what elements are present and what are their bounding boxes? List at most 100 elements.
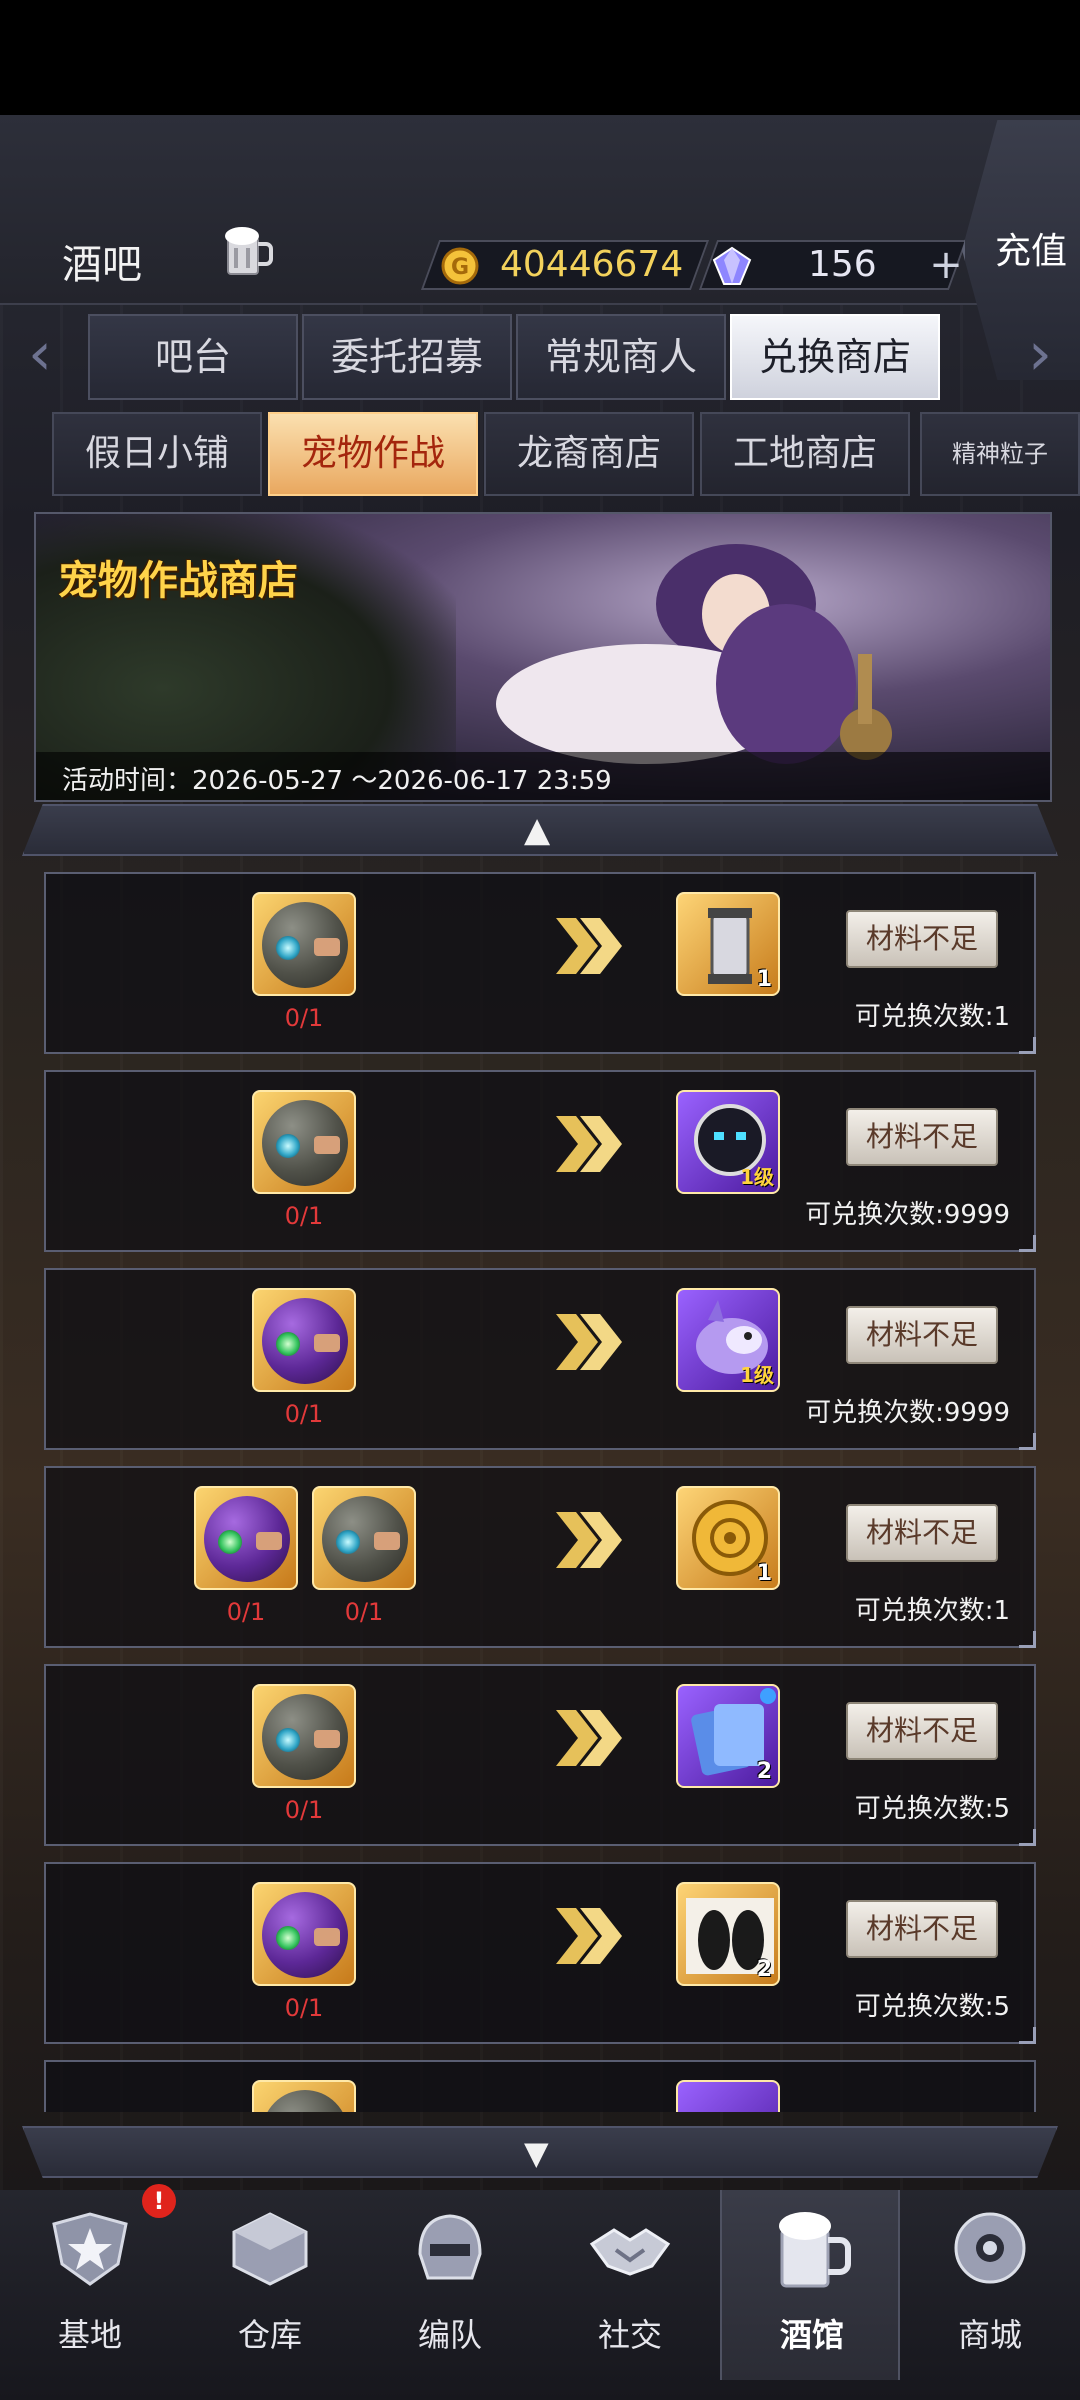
nav-squad[interactable]: 编队 — [360, 2190, 540, 2380]
exchange-button[interactable]: 材料不足 — [846, 1504, 998, 1562]
double-chevron-icon — [556, 1512, 622, 1568]
location-title: 酒吧 — [62, 242, 142, 288]
exchange-button[interactable]: 材料不足 — [846, 1306, 998, 1364]
nav-warehouse[interactable]: 仓库 — [180, 2190, 360, 2380]
reward-level: 1级 — [740, 1363, 774, 1387]
exchange-limit: 可兑换次数:1 — [854, 1002, 1010, 1032]
exchange-limit: 可兑换次数:9999 — [805, 1398, 1010, 1428]
subtab-pet-battle[interactable]: 宠物作战 — [268, 412, 478, 496]
reward-robot-pet[interactable]: 1级 — [676, 1090, 780, 1194]
reward-level: 1级 — [740, 1165, 774, 1189]
nav-shop[interactable]: 商城 — [900, 2190, 1080, 2380]
status-bar-area — [0, 0, 1080, 115]
recharge-label: 充值 — [995, 231, 1068, 272]
nav-label: 社交 — [597, 2316, 662, 2354]
subtab-spirit-particle[interactable]: 精神粒子 — [920, 412, 1080, 496]
material-gray-orb[interactable] — [252, 2080, 356, 2112]
nav-base[interactable]: 基地 — [0, 2190, 180, 2380]
material-purple-orb[interactable] — [252, 1882, 356, 1986]
reward-silhouette-card[interactable]: 2 — [676, 1882, 780, 1986]
shop-orb-icon — [954, 2212, 1026, 2284]
gray-orb-icon — [262, 1100, 348, 1186]
diamond-icon — [712, 246, 752, 285]
banner-title: 宠物作战商店 — [58, 557, 298, 604]
nav-label: 仓库 — [237, 2316, 302, 2354]
tabs-right-arrow-icon[interactable]: › — [1020, 324, 1060, 386]
nav-tavern[interactable]: 酒馆 — [720, 2190, 900, 2380]
exchange-row: 0/1 1级 材料不足 可兑换次数:9999 — [44, 1070, 1036, 1252]
exchange-row: 0/1 0/1 1 材料不足 可兑换次数:1 — [44, 1466, 1036, 1648]
gray-orb-icon — [262, 1694, 348, 1780]
svg-text:G: G — [451, 255, 469, 280]
reward-dragon-pet[interactable]: 1级 — [676, 1288, 780, 1392]
notification-badge: ! — [142, 2184, 176, 2218]
star-emblem-icon — [52, 2212, 128, 2286]
exchange-limit: 可兑换次数:5 — [854, 1794, 1010, 1824]
exchange-button[interactable]: 材料不足 — [846, 1108, 998, 1166]
material-gray-orb[interactable] — [252, 1090, 356, 1194]
double-chevron-icon — [556, 1116, 622, 1172]
material-gray-orb[interactable] — [252, 892, 356, 996]
event-time: 活动时间：2026-05-27 ～2026-06-17 23:59 — [62, 766, 612, 796]
double-chevron-icon — [556, 1710, 622, 1766]
exchange-list[interactable]: 0/1 1 材料不足 可兑换次数:1 0/1 1级 材料不足 可兑换次数:999… — [44, 872, 1036, 2112]
exchange-button[interactable]: 材料不足 — [846, 910, 998, 968]
nav-social[interactable]: 社交 — [540, 2190, 720, 2380]
tab-bar-counter[interactable]: 吧台 — [88, 314, 298, 400]
material-count: 0/1 — [284, 1400, 324, 1428]
exchange-limit: 可兑换次数:9999 — [805, 1200, 1010, 1230]
warehouse-icon — [232, 2212, 308, 2286]
tab-merchant[interactable]: 常规商人 — [516, 314, 726, 400]
subtab-dragon-shop[interactable]: 龙裔商店 — [484, 412, 694, 496]
exchange-row — [44, 2060, 1036, 2112]
handshake-icon — [589, 2228, 671, 2276]
purple-orb-icon — [262, 1298, 348, 1384]
double-chevron-icon — [556, 1908, 622, 1964]
reward-gold-medal[interactable]: 1 — [676, 1486, 780, 1590]
expand-arrow-icon: ▼ — [524, 2134, 549, 2172]
material-count: 0/1 — [226, 1598, 266, 1626]
helmet-icon — [418, 2214, 482, 2280]
exchange-button[interactable]: 材料不足 — [846, 1900, 998, 1958]
tab-exchange-shop[interactable]: 兑换商店 — [730, 314, 940, 400]
purple-orb-icon — [262, 1892, 348, 1978]
material-gray-orb[interactable] — [252, 1684, 356, 1788]
purple-orb-icon — [204, 1496, 290, 1582]
reward-qty: 2 — [756, 1759, 772, 1784]
reward-lantern[interactable]: 1 — [676, 892, 780, 996]
exchange-limit: 可兑换次数:5 — [854, 1992, 1010, 2022]
tabs-left-arrow-icon[interactable]: ‹ — [20, 324, 60, 386]
material-count: 0/1 — [284, 1202, 324, 1230]
material-count: 0/1 — [344, 1598, 384, 1626]
reward-card-pack[interactable]: 2 — [676, 1684, 780, 1788]
reward-qty: 2 — [756, 1957, 772, 1982]
exchange-limit: 可兑换次数:1 — [854, 1596, 1010, 1626]
reward-partial[interactable] — [676, 2080, 780, 2112]
tab-commission[interactable]: 委托招募 — [302, 314, 512, 400]
reward-qty: 1 — [756, 1561, 772, 1586]
gray-orb-icon — [262, 902, 348, 988]
collapse-arrow-icon: ▲ — [524, 810, 551, 850]
exchange-row: 0/1 1 材料不足 可兑换次数:1 — [44, 872, 1036, 1054]
beer-mug-icon — [225, 227, 273, 275]
nav-label: 编队 — [417, 2316, 482, 2354]
scroll-down-button[interactable]: ▼ — [22, 2126, 1058, 2178]
gold-coin-icon: G — [441, 247, 479, 285]
exchange-row: 0/1 2 材料不足 可兑换次数:5 — [44, 1664, 1036, 1846]
material-count: 0/1 — [284, 1994, 324, 2022]
gray-orb-icon — [262, 2090, 348, 2112]
nav-label: 酒馆 — [779, 2316, 844, 2354]
beer-mug-icon — [779, 2212, 851, 2288]
nav-label: 基地 — [57, 2316, 122, 2354]
add-gems-button[interactable]: + — [924, 244, 968, 288]
exchange-button[interactable]: 材料不足 — [846, 1702, 998, 1760]
material-gray-orb[interactable] — [312, 1486, 416, 1590]
gold-amount: 40446674 — [500, 244, 684, 285]
double-chevron-icon — [556, 918, 622, 974]
material-purple-orb[interactable] — [194, 1486, 298, 1590]
subtab-holiday-shop[interactable]: 假日小铺 — [52, 412, 262, 496]
subtab-site-shop[interactable]: 工地商店 — [700, 412, 910, 496]
double-chevron-icon — [556, 1314, 622, 1370]
collapse-banner-button[interactable]: ▲ — [22, 804, 1058, 856]
material-purple-orb[interactable] — [252, 1288, 356, 1392]
